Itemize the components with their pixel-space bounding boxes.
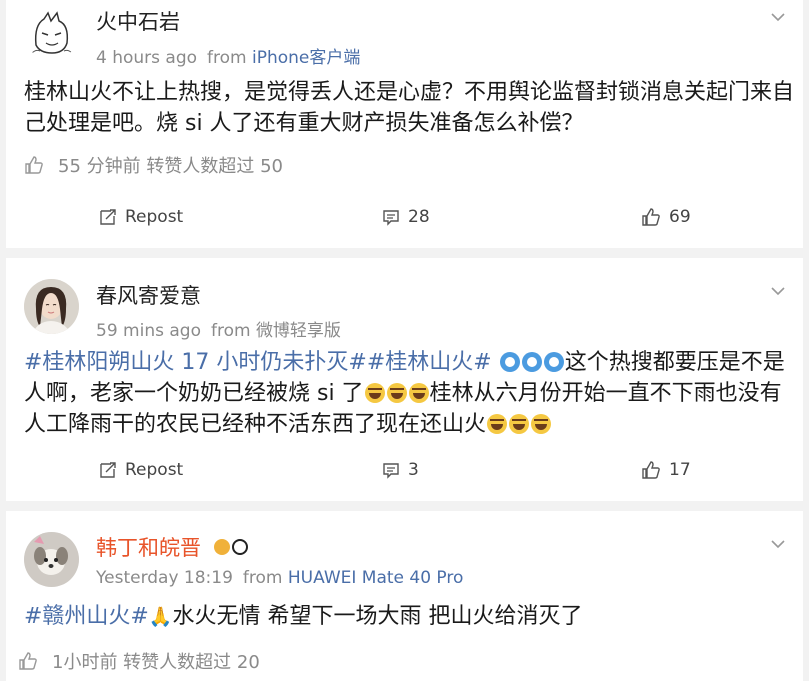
chevron-down-icon[interactable] — [769, 8, 787, 26]
crying-emoji-icon — [509, 414, 530, 434]
repost-button[interactable]: Repost — [99, 460, 183, 480]
comment-card: 春风寄爱意 59 mins ago from 微博轻享版 #桂林阳朔山火 17 小… — [6, 258, 803, 501]
comment-card: 火中石岩 4 hours ago from iPhone客户端 桂林山火不让上热搜… — [6, 0, 803, 248]
post-text-part: 水火无情 希望下一场大雨 把山火给消灭了 — [172, 604, 583, 629]
action-bar: Repost 28 69 — [6, 207, 803, 237]
comment-icon — [383, 210, 399, 226]
vip-crown-icon — [213, 539, 230, 555]
crying-emoji-icon — [408, 383, 429, 403]
crying-emoji-icon — [531, 414, 552, 434]
like-note: 1小时前 转赞人数超过 20 — [52, 652, 260, 673]
comment-button[interactable]: 28 — [382, 207, 430, 227]
post-meta: 59 mins ago from 微博轻享版 — [96, 316, 341, 341]
thumb-up-icon — [642, 208, 660, 226]
action-bar: Repost 3 17 — [6, 460, 803, 490]
doraemon-emoji-icon — [499, 352, 520, 372]
post-text: #桂林阳朔山火 17 小时仍未扑灭##桂林山火# 这个热搜都要压是不是人啊，老家… — [24, 347, 794, 440]
crying-emoji-icon — [364, 383, 385, 403]
username-text: 韩丁和皖晋 — [96, 536, 201, 560]
avatar[interactable] — [24, 532, 79, 587]
comment-count: 3 — [408, 460, 419, 480]
chevron-down-icon[interactable] — [769, 282, 787, 300]
doraemon-emoji-icon — [521, 352, 542, 372]
avatar[interactable] — [24, 5, 79, 60]
source-link[interactable]: iPhone客户端 — [252, 48, 360, 68]
crying-emoji-icon — [487, 414, 508, 434]
thumb-up-icon — [19, 652, 37, 670]
like-count: 17 — [669, 460, 691, 480]
repost-label: Repost — [125, 460, 184, 480]
comment-button[interactable]: 3 — [382, 460, 419, 480]
comment-feed: 火中石岩 4 hours ago from iPhone客户端 桂林山火不让上热搜… — [0, 0, 809, 681]
like-button[interactable]: 69 — [641, 207, 691, 227]
like-note: 55 分钟前 转赞人数超过 50 — [58, 156, 283, 177]
username[interactable]: 春风寄爱意 — [96, 280, 201, 310]
thumb-up-icon — [642, 461, 660, 479]
hashtag-link[interactable]: #桂林阳朔山火 17 小时仍未扑灭# — [24, 350, 367, 375]
post-meta: Yesterday 18:19 from HUAWEI Mate 40 Pro — [96, 568, 463, 588]
crying-emoji-icon — [386, 383, 407, 403]
panda-icon — [231, 539, 248, 555]
like-note-row: 1小时前 转赞人数超过 20 — [18, 648, 260, 674]
repost-label: Repost — [125, 207, 184, 227]
comment-icon — [383, 463, 399, 479]
post-time: 59 mins ago — [96, 321, 201, 341]
like-count: 69 — [669, 207, 691, 227]
source-link[interactable]: HUAWEI Mate 40 Pro — [288, 568, 464, 588]
post-meta: 4 hours ago from iPhone客户端 — [96, 43, 360, 68]
source-prefix: from — [242, 568, 283, 588]
chevron-down-icon[interactable] — [769, 535, 787, 553]
comment-count: 28 — [408, 207, 430, 227]
repost-icon — [100, 462, 116, 478]
like-note-row: 55 分钟前 转赞人数超过 50 — [24, 152, 283, 178]
username[interactable]: 火中石岩 — [96, 6, 180, 36]
like-button[interactable]: 17 — [641, 460, 691, 480]
doraemon-emoji-icon — [543, 352, 564, 372]
avatar[interactable] — [24, 279, 79, 334]
hashtag-link[interactable]: #赣州山火# — [24, 604, 149, 629]
post-time: 4 hours ago — [96, 48, 198, 68]
post-text: 桂林山火不让上热搜，是觉得丢人还是心虚？不用舆论监督封锁消息关起门来自己处理是吧… — [24, 80, 795, 136]
user-badges — [213, 534, 250, 558]
source-label: 微博轻享版 — [255, 321, 341, 341]
post-text: #赣州山火#🙏水火无情 希望下一场大雨 把山火给消灭了 — [24, 601, 794, 633]
source-prefix: from — [207, 48, 247, 68]
source-prefix: from — [210, 321, 251, 341]
repost-icon — [100, 209, 116, 225]
hashtag-link[interactable]: #桂林山火# — [367, 350, 492, 375]
username[interactable]: 韩丁和皖晋 — [96, 532, 250, 562]
post-time: Yesterday 18:19 — [96, 568, 233, 588]
thumb-up-icon — [25, 156, 43, 174]
repost-button[interactable]: Repost — [99, 207, 183, 227]
praying-hands-icon: 🙏 — [148, 606, 173, 628]
